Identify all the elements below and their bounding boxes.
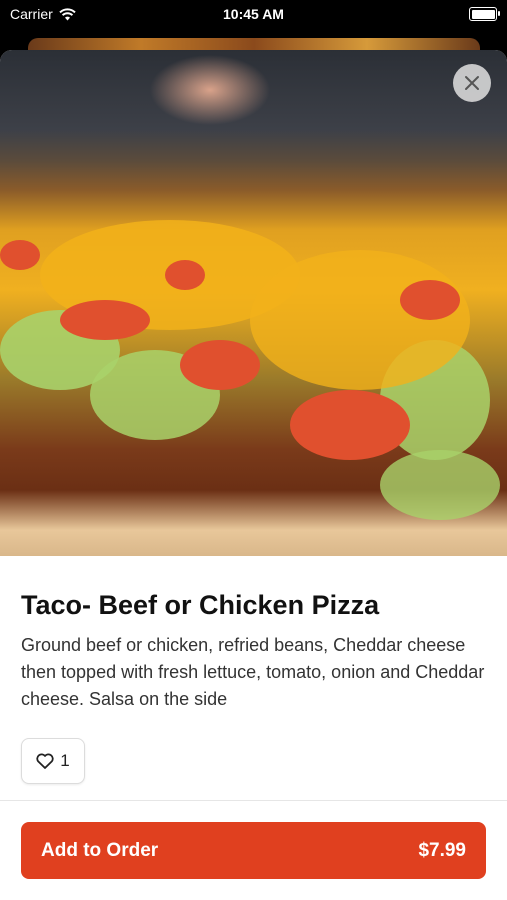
- divider: [0, 800, 507, 801]
- like-count: 1: [60, 751, 70, 770]
- item-description: Ground beef or chicken, refried beans, C…: [21, 635, 485, 709]
- status-time: 10:45 AM: [223, 6, 284, 22]
- close-button[interactable]: [453, 64, 491, 102]
- add-to-order-label: Add to Order: [41, 839, 159, 861]
- item-info: Taco- Beef or Chicken Pizza Ground beef …: [21, 588, 486, 713]
- add-to-order-button[interactable]: Add to Order $7.99: [21, 822, 486, 879]
- item-detail-sheet: Taco- Beef or Chicken Pizza Ground beef …: [0, 50, 507, 900]
- heart-icon: [36, 753, 54, 769]
- battery-icon: [469, 7, 500, 21]
- status-bar: Carrier 10:45 AM: [0, 0, 507, 28]
- item-photo: [0, 50, 507, 556]
- item-title: Taco- Beef or Chicken Pizza: [21, 590, 380, 620]
- like-button[interactable]: 1: [21, 738, 85, 784]
- close-icon: [465, 76, 479, 90]
- order-price: $7.99: [418, 839, 466, 861]
